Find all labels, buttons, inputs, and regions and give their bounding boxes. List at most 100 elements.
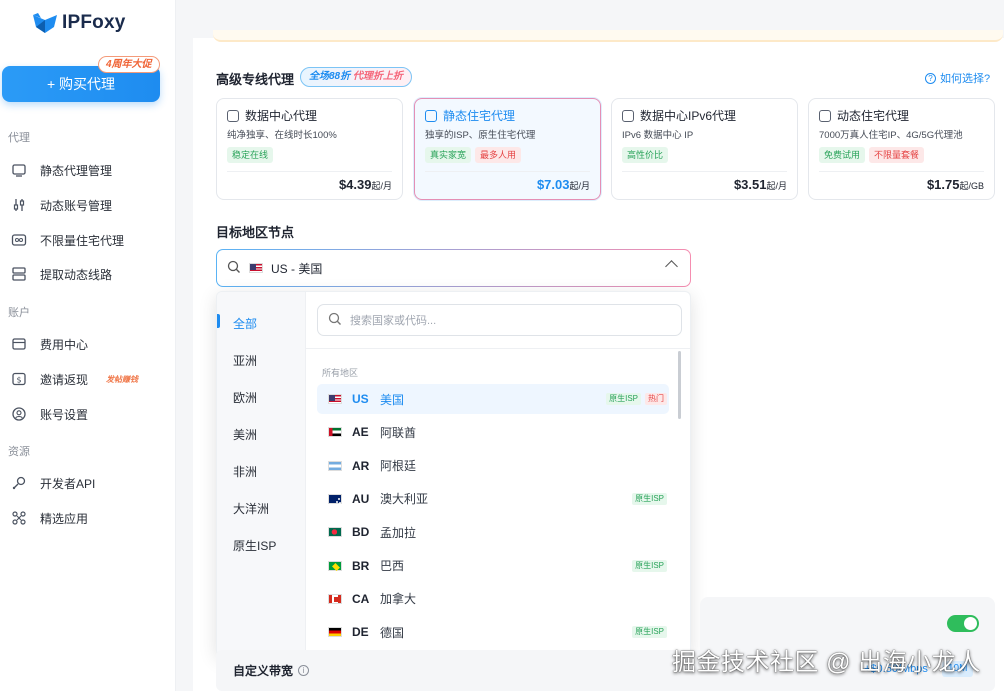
server-icon (622, 109, 634, 122)
category-america[interactable]: 美洲 (233, 426, 257, 443)
native-isp-tag: 原生ISP (632, 559, 667, 572)
country-row-bd[interactable]: BD 孟加拉 (317, 517, 669, 547)
country-code: AR (352, 458, 370, 473)
divider (306, 348, 690, 349)
anniversary-promo-badge: 4周年大促 (98, 56, 160, 73)
sidebar-item-label: 开发者API (40, 476, 96, 491)
search-icon (227, 260, 241, 277)
plan-desc: 纯净独享、在线时长100% (227, 130, 337, 141)
wallet-icon (10, 336, 28, 352)
category-africa[interactable]: 非洲 (233, 463, 257, 480)
de-flag-icon (328, 627, 342, 638)
country-code: US (352, 392, 369, 406)
question-icon: ? (925, 72, 936, 84)
country-row-ae[interactable]: AE 阿联酋 (317, 417, 669, 447)
plan-title: 数据中心IPv6代理 (640, 109, 737, 123)
plan-card-datacenter[interactable]: 数据中心代理 纯净独享、在线时长100% 稳定在线 $4.39起/月 (216, 98, 403, 200)
plan-card-dynamic-residential[interactable]: 动态住宅代理 7000万真人住宅IP、4G/5G代理池 免费试用 不限量套餐 $… (808, 98, 995, 200)
ca-flag-icon (328, 593, 342, 604)
sidebar-item-dynamic-accounts[interactable]: 动态账号管理 (10, 193, 170, 217)
section-label-proxy: 代理 (8, 132, 30, 144)
plan-price: $1.75起/GB (927, 177, 984, 192)
infinity-icon (10, 232, 28, 248)
svg-text:$: $ (16, 376, 21, 385)
divider (622, 171, 787, 172)
region-title: 目标地区节点 (216, 225, 295, 240)
country-row-br[interactable]: BR 巴西 原生ISP (317, 551, 669, 581)
country-row-au[interactable]: AU 澳大利亚 原生ISP (317, 484, 669, 514)
bandwidth-label-text: 自定义带宽 (233, 664, 294, 678)
br-flag-icon (328, 560, 342, 571)
top-banner (213, 30, 1003, 42)
plan-card-static-residential[interactable]: 静态住宅代理 独享的ISP、原生住宅代理 真实家宽 最多人用 $7.03起/月 (414, 98, 601, 200)
country-name: 阿根廷 (380, 459, 417, 474)
plan-badge: 高性价比 (622, 147, 669, 163)
plan-price: $3.51起/月 (734, 177, 787, 192)
sidebar-item-referral[interactable]: $ 邀请返现 发帖赚钱 (10, 367, 170, 391)
all-regions-label: 所有地区 (322, 368, 359, 378)
logo[interactable]: IPFoxy (32, 12, 126, 34)
country-row-ca[interactable]: CA 加拿大 (317, 584, 669, 614)
plan-price-value: $1.75 (926, 177, 960, 192)
plan-price-value: $4.39 (338, 177, 372, 192)
info-icon[interactable]: i (298, 665, 310, 676)
plan-title: 动态住宅代理 (837, 109, 910, 123)
country-row-ar[interactable]: AR 阿根廷 (317, 451, 669, 481)
search-icon (328, 312, 342, 329)
plan-price: $4.39起/月 (339, 177, 392, 192)
category-asia[interactable]: 亚洲 (233, 352, 257, 369)
how-to-choose-link[interactable]: ? 如何选择? (925, 70, 990, 86)
sidebar-item-unlimited-residential[interactable]: 不限量住宅代理 (10, 228, 170, 252)
country-search-input[interactable]: 搜索国家或代码... (317, 304, 682, 336)
sidebar-item-label: 提取动态线路 (40, 267, 113, 282)
plan-price-value: $7.03 (536, 177, 570, 192)
divider (819, 171, 984, 172)
us-flag-icon (249, 263, 263, 273)
dollar-icon: $ (10, 371, 28, 387)
au-flag-icon (328, 493, 342, 504)
country-name: 美国 (380, 392, 405, 407)
plan-price-unit: 起/月 (569, 181, 590, 191)
sidebar-item-featured-apps[interactable]: 精选应用 (10, 506, 170, 530)
category-oceania[interactable]: 大洋洲 (233, 500, 269, 517)
discount-label: 全场88折 (309, 71, 351, 82)
plan-badge: 最多人用 (475, 147, 522, 163)
country-tags: 原生ISP (632, 626, 667, 639)
user-circle-icon (10, 406, 28, 422)
sidebar-item-label: 精选应用 (40, 511, 89, 526)
native-isp-tag: 原生ISP (606, 393, 641, 405)
region-categories: 全部 亚洲 欧洲 美洲 非洲 大洋洲 原生ISP (217, 292, 306, 655)
sidebar-item-label: 账号设置 (40, 407, 89, 422)
sidebar-item-billing[interactable]: 费用中心 (10, 332, 170, 356)
option-toggle[interactable] (947, 615, 979, 632)
country-tags: 原生ISP (632, 559, 667, 572)
ar-flag-icon (328, 460, 342, 471)
sidebar-item-account-settings[interactable]: 账号设置 (10, 402, 170, 426)
custom-bandwidth-label: 自定义带宽 i (233, 662, 310, 679)
section-label-resources: 资源 (8, 446, 30, 458)
country-code: BR (352, 558, 370, 573)
plan-card-datacenter-ipv6[interactable]: 数据中心IPv6代理 IPv6 数据中心 IP 高性价比 $3.51起/月 (611, 98, 798, 200)
divider (227, 171, 392, 172)
country-tags: 原生ISP (632, 492, 667, 505)
country-row-us[interactable]: US 美国 原生ISP 热门 (317, 384, 669, 414)
category-all[interactable]: 全部 (233, 315, 257, 332)
plan-title: 静态住宅代理 (443, 109, 516, 123)
divider (425, 171, 590, 172)
sidebar-item-label: 动态账号管理 (40, 198, 113, 213)
category-europe[interactable]: 欧洲 (233, 389, 257, 406)
rotate-icon (819, 109, 831, 122)
category-native-isp[interactable]: 原生ISP (233, 537, 276, 554)
plan-price-unit: 起/GB (959, 181, 984, 191)
country-code: BD (352, 525, 370, 540)
section-label-account: 账户 (8, 307, 30, 319)
country-row-de[interactable]: DE 德国 原生ISP (317, 617, 669, 647)
region-select[interactable]: US - 美国 (216, 249, 691, 287)
dropdown-scrollbar[interactable] (678, 351, 681, 419)
discount-extra: 代理折上折 (352, 71, 403, 82)
sidebar-item-developer-api[interactable]: 开发者API (10, 471, 170, 495)
sidebar-item-extract-lines[interactable]: 提取动态线路 (10, 262, 170, 286)
sidebar-item-static-proxy[interactable]: 静态代理管理 (10, 158, 170, 182)
chevron-up-icon[interactable] (665, 260, 678, 273)
native-isp-tag: 原生ISP (632, 626, 667, 639)
